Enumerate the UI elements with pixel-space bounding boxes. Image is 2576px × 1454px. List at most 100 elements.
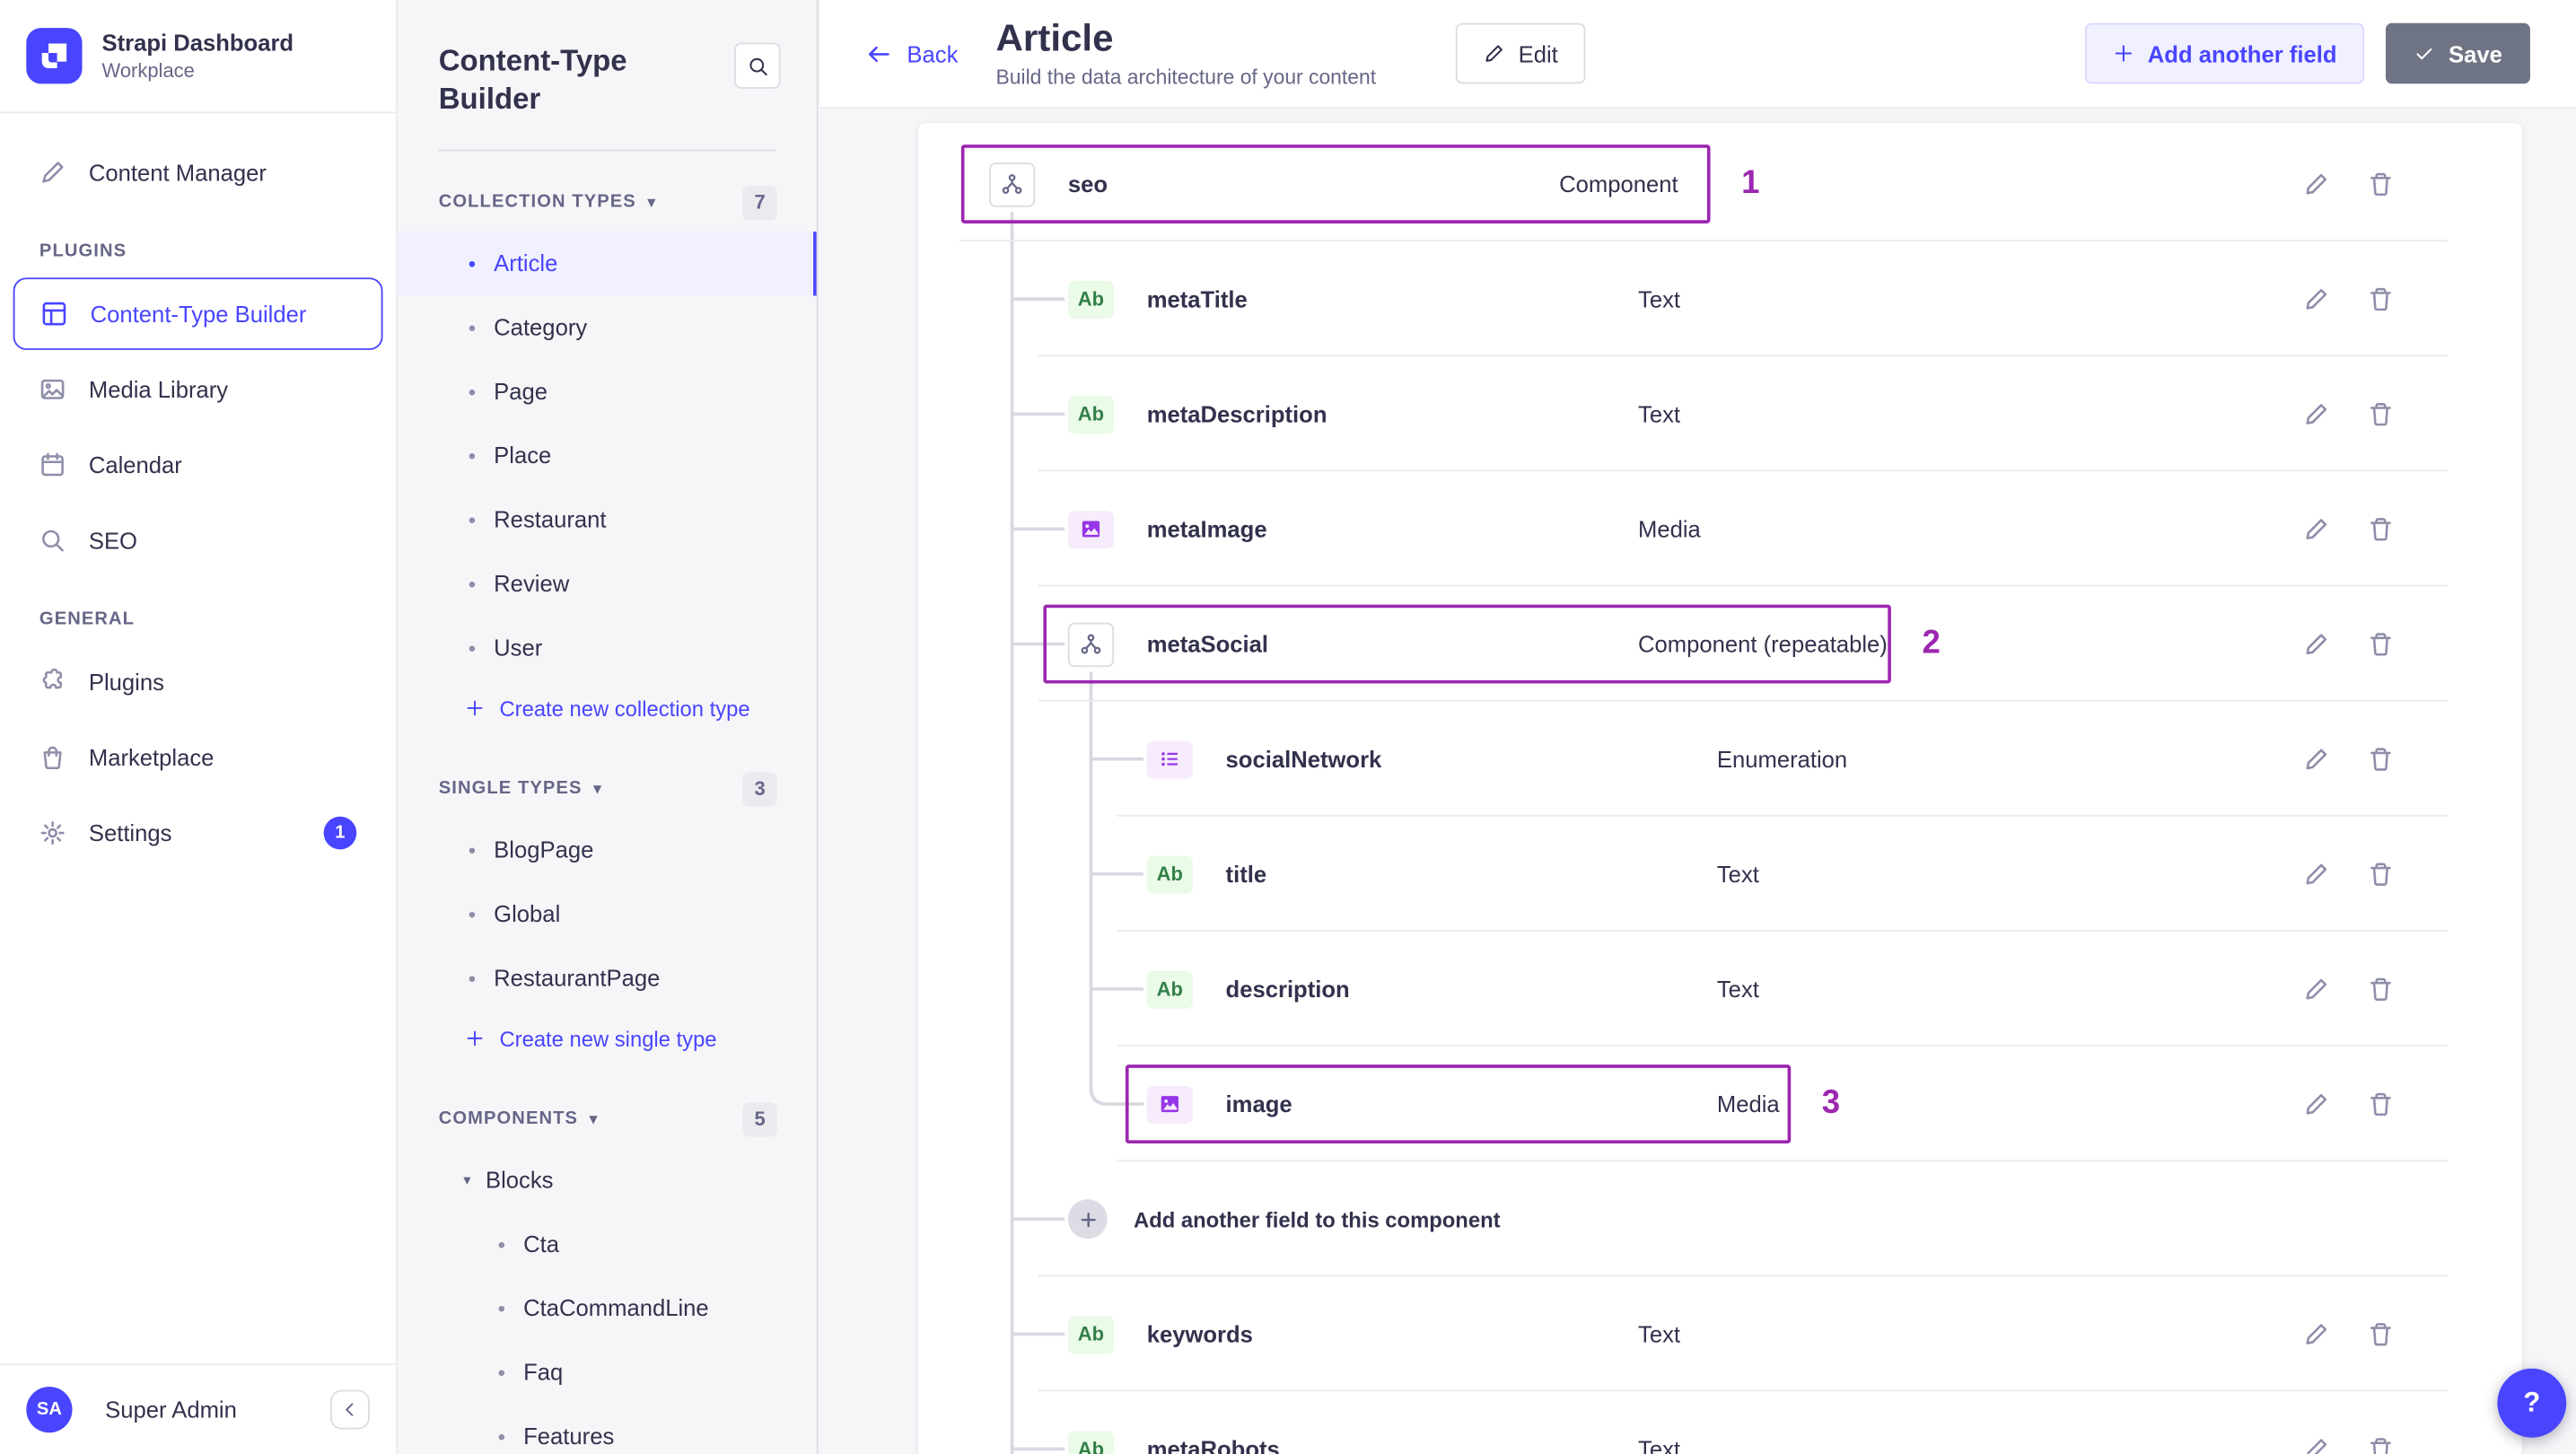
group-single-types[interactable]: SINGLE TYPES 3: [398, 737, 817, 818]
sidebar-item-content-manager[interactable]: Content Manager: [13, 136, 383, 209]
field-row-metaimage[interactable]: metaImage Media: [918, 471, 2522, 587]
field-name: metaTitle: [1146, 285, 1248, 312]
save-button[interactable]: Save: [2386, 22, 2530, 84]
user-area: SA Super Admin: [0, 1363, 397, 1454]
pen-icon: [39, 160, 69, 186]
delete-field-icon[interactable]: [2368, 746, 2394, 772]
add-field-to-component-row[interactable]: Add another field to this component: [918, 1161, 2522, 1277]
edit-field-icon[interactable]: [2303, 286, 2329, 312]
sidebar-section-general: GENERAL: [39, 609, 136, 630]
field-row-image[interactable]: image Media 3: [918, 1047, 2522, 1162]
subnav-item-label: Review: [494, 570, 570, 597]
delete-field-icon[interactable]: [2368, 1090, 2394, 1117]
subnav-item-review[interactable]: Review: [398, 552, 817, 616]
subnav-item-label: Features: [523, 1423, 615, 1450]
avatar: SA: [26, 1386, 73, 1433]
field-row-description[interactable]: Ab description Text: [918, 932, 2522, 1047]
field-row-metatitle[interactable]: Ab metaTitle Text: [918, 241, 2522, 357]
subnav-item-label: Cta: [523, 1231, 560, 1257]
subnav-item-place[interactable]: Place: [398, 424, 817, 487]
delete-field-icon[interactable]: [2368, 976, 2394, 1002]
edit-field-icon[interactable]: [2303, 1321, 2329, 1347]
edit-field-icon[interactable]: [2303, 746, 2329, 772]
field-row-socialnetwork[interactable]: socialNetwork Enumeration: [918, 702, 2522, 817]
edit-field-icon[interactable]: [2303, 401, 2329, 427]
edit-field-icon[interactable]: [2303, 976, 2329, 1002]
edit-field-icon[interactable]: [2303, 1436, 2329, 1454]
subnav-item-user[interactable]: User: [398, 616, 817, 679]
edit-field-icon[interactable]: [2303, 516, 2329, 542]
field-type: Media: [1716, 1090, 1780, 1117]
help-button[interactable]: ?: [2497, 1368, 2567, 1438]
delete-field-icon[interactable]: [2368, 401, 2394, 427]
sidebar-item-media-library[interactable]: Media Library: [13, 354, 383, 426]
delete-field-icon[interactable]: [2368, 1436, 2394, 1454]
workspace-title: Strapi Dashboard: [101, 29, 294, 56]
sidebar-item-calendar[interactable]: Calendar: [13, 429, 383, 502]
edit-field-icon[interactable]: [2303, 1090, 2329, 1117]
field-name: socialNetwork: [1225, 746, 1382, 773]
sidebar-item-marketplace[interactable]: Marketplace: [13, 722, 383, 794]
field-row-metasocial[interactable]: metaSocial Component (repeatable) 2: [918, 586, 2522, 702]
field-name: metaSocial: [1146, 630, 1269, 658]
subnav-item-faq[interactable]: Faq: [398, 1340, 817, 1404]
back-link[interactable]: Back: [866, 40, 958, 66]
add-another-field-button[interactable]: Add another field: [2085, 22, 2365, 84]
group-collection-types[interactable]: COLLECTION TYPES 7: [398, 151, 817, 232]
page-subtitle: Build the data architecture of your cont…: [995, 65, 1377, 89]
subnav-item-label: Category: [494, 314, 588, 341]
subnav-item-cta[interactable]: Cta: [398, 1213, 817, 1276]
add-field-to-component-label: Add another field to this component: [1134, 1206, 1501, 1231]
sidebar-item-content-type-builder[interactable]: Content-Type Builder: [13, 277, 383, 350]
field-row-metadescription[interactable]: Ab metaDescription Text: [918, 356, 2522, 472]
arrow-left-icon: [866, 40, 892, 66]
edit-field-icon[interactable]: [2303, 861, 2329, 887]
delete-field-icon[interactable]: [2368, 861, 2394, 887]
search-button[interactable]: [734, 42, 781, 89]
media-field-icon: [1067, 510, 1115, 548]
delete-field-icon[interactable]: [2368, 516, 2394, 542]
edit-button-label: Edit: [1518, 39, 1558, 67]
count-badge: 3: [742, 771, 777, 807]
create-collection-type-link[interactable]: Create new collection type: [398, 679, 817, 737]
subnav-item-article[interactable]: Article: [397, 231, 817, 296]
shopping-bag-icon: [39, 744, 69, 770]
create-link-label: Create new collection type: [499, 696, 750, 722]
sidebar-nav: Content Manager PLUGINS Content-Type Bui…: [0, 113, 396, 872]
field-row-title[interactable]: Ab title Text: [918, 817, 2522, 932]
sidebar-item-seo[interactable]: SEO: [13, 504, 383, 577]
field-row-metarobots[interactable]: Ab metaRobots Text: [918, 1391, 2522, 1454]
delete-field-icon[interactable]: [2368, 631, 2394, 657]
subnav-category-label: Blocks: [485, 1167, 554, 1194]
subnav-item-ctacommandline[interactable]: CtaCommandLine: [398, 1276, 817, 1340]
create-single-type-link[interactable]: Create new single type: [398, 1010, 817, 1067]
group-components[interactable]: COMPONENTS 5: [398, 1067, 817, 1148]
subnav-item-label: User: [494, 635, 543, 661]
subnav-category-blocks[interactable]: Blocks: [398, 1148, 817, 1212]
subnav-item-label: RestaurantPage: [494, 965, 661, 992]
edit-field-icon[interactable]: [2303, 171, 2329, 197]
edit-button[interactable]: Edit: [1456, 22, 1586, 84]
media-field-icon: [1146, 1085, 1193, 1124]
text-field-icon: Ab: [1067, 1315, 1115, 1353]
sidebar-item-plugins[interactable]: Plugins: [13, 645, 383, 718]
field-row-seo[interactable]: seo Component 1: [918, 127, 2522, 242]
field-row-keywords[interactable]: Ab keywords Text: [918, 1276, 2522, 1392]
delete-field-icon[interactable]: [2368, 286, 2394, 312]
collapse-sidebar-button[interactable]: [329, 1389, 370, 1430]
edit-field-icon[interactable]: [2303, 631, 2329, 657]
delete-field-icon[interactable]: [2368, 171, 2394, 197]
field-type: Enumeration: [1716, 746, 1848, 773]
delete-field-icon[interactable]: [2368, 1321, 2394, 1347]
subnav-item-global[interactable]: Global: [398, 882, 817, 946]
field-name: seo: [1067, 171, 1108, 197]
sidebar-item-label: Media Library: [88, 376, 229, 403]
sidebar-item-settings[interactable]: Settings 1: [13, 797, 383, 870]
subnav-item-restaurantpage[interactable]: RestaurantPage: [398, 946, 817, 1010]
subnav-item-category[interactable]: Category: [398, 295, 817, 359]
subnav-item-features[interactable]: Features: [398, 1405, 817, 1454]
subnav-item-restaurant[interactable]: Restaurant: [398, 487, 817, 551]
subnav-item-page[interactable]: Page: [398, 359, 817, 423]
group-label: COMPONENTS: [438, 1109, 579, 1130]
subnav-item-blogpage[interactable]: BlogPage: [398, 818, 817, 881]
